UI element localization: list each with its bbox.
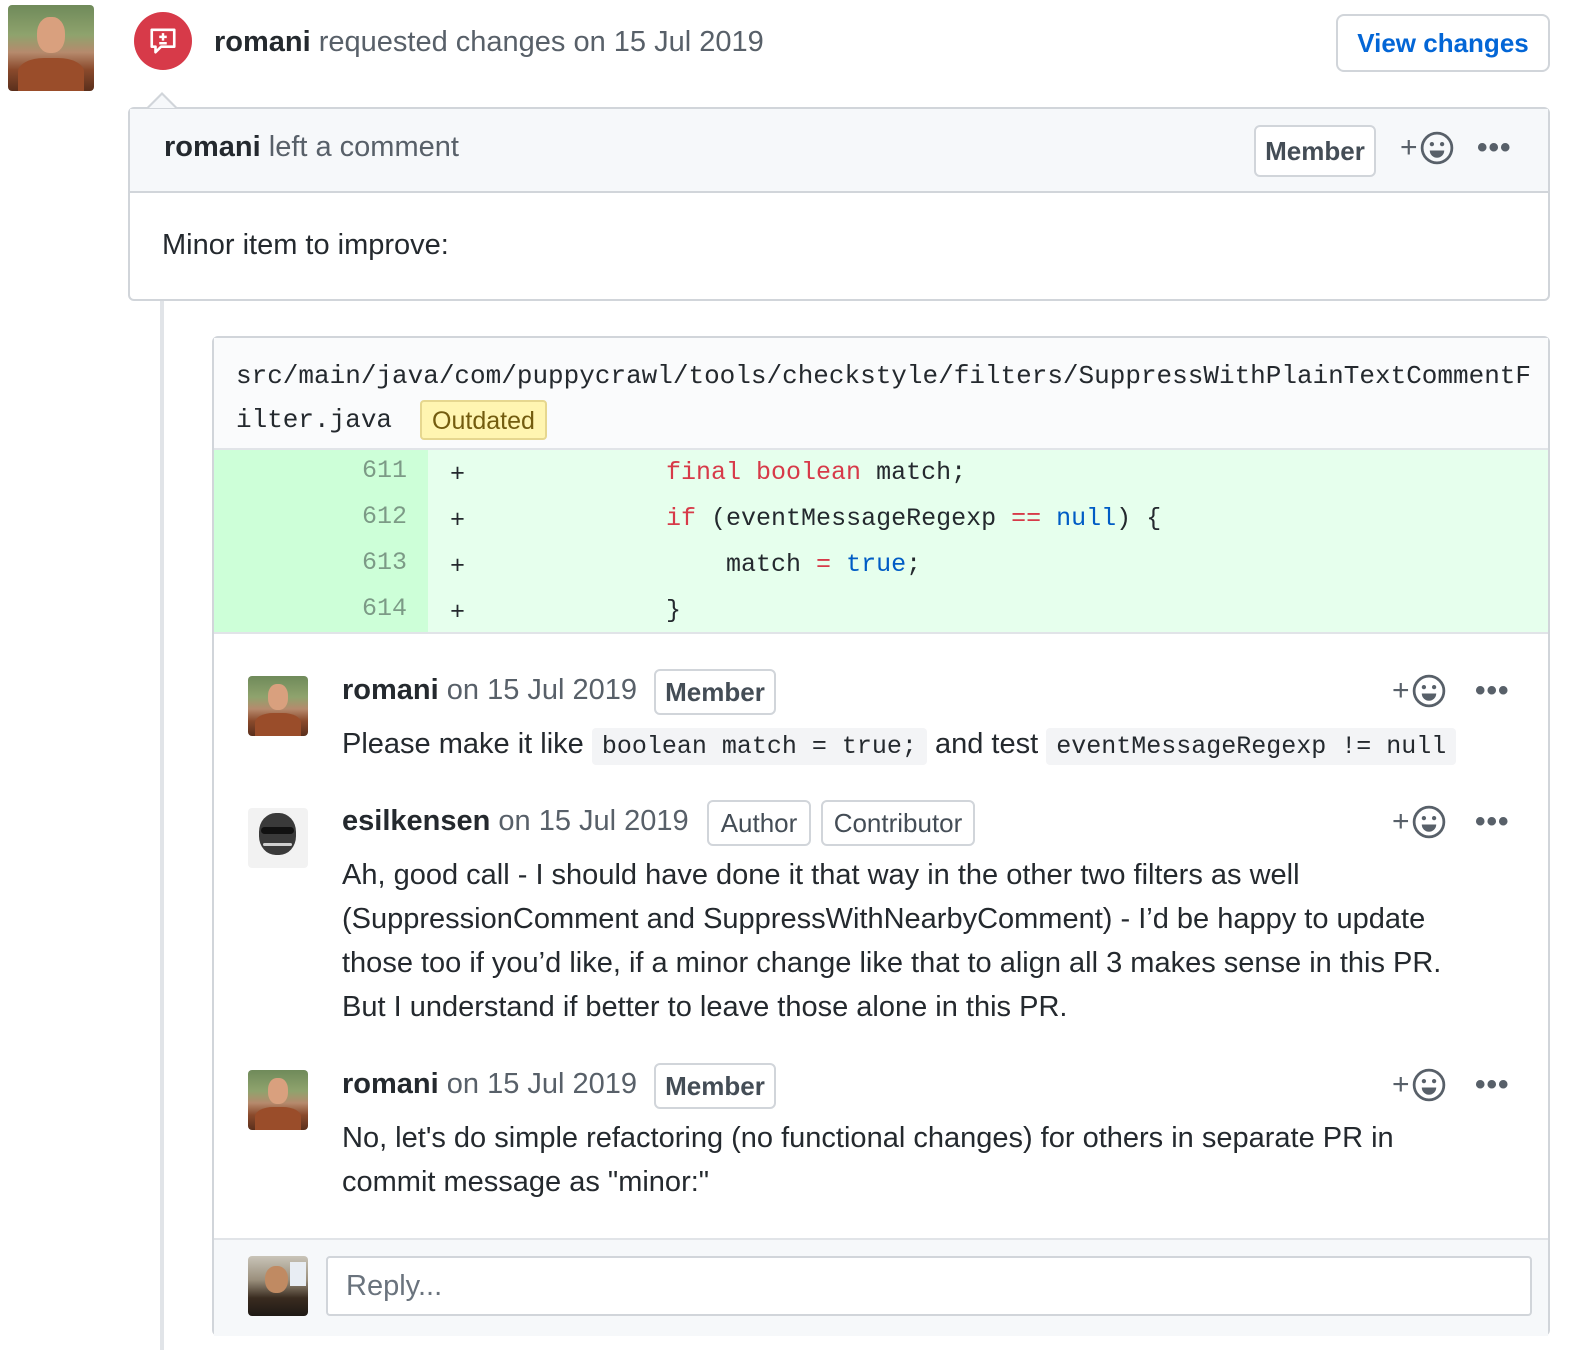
diff-marker: + bbox=[450, 506, 466, 535]
comment-body: Ah, good call - I should have done it th… bbox=[342, 853, 1532, 1029]
diff-line: 614 + } bbox=[214, 588, 1548, 634]
commenter-avatar[interactable] bbox=[248, 1070, 308, 1130]
comment-text: and test bbox=[934, 728, 1039, 760]
line-number[interactable]: 612 bbox=[362, 502, 407, 531]
plus-sign: + bbox=[1392, 674, 1410, 707]
comment-meta: esilkensen on 15 Jul 2019 bbox=[342, 805, 689, 838]
commenter-avatar[interactable] bbox=[248, 808, 308, 868]
request-changes-icon bbox=[134, 12, 192, 70]
diff-marker: + bbox=[450, 552, 466, 581]
comment-body: No, let's do simple refactoring (no func… bbox=[342, 1116, 1532, 1204]
add-reaction-button[interactable]: + bbox=[1400, 131, 1454, 165]
comment-line: commit message as "minor:" bbox=[342, 1166, 710, 1198]
comment-line: But I understand if better to leave thos… bbox=[342, 991, 1068, 1023]
reply-area bbox=[214, 1240, 1548, 1336]
comment-body: Please make it like boolean match = true… bbox=[342, 722, 1457, 769]
commenter-avatar[interactable] bbox=[248, 676, 308, 736]
comment-text: Please make it like bbox=[342, 728, 584, 760]
inline-code: boolean match = true; bbox=[591, 728, 927, 765]
review-action-text: requested changes on 15 Jul 2019 bbox=[318, 26, 764, 58]
diff-hunk: 611 + final boolean match; 612 + if (eve… bbox=[214, 450, 1548, 634]
comment-author-link[interactable]: romani bbox=[164, 131, 261, 163]
diff-line: 613 + match = true; bbox=[214, 542, 1548, 588]
review-comment-title: romani left a comment bbox=[164, 131, 459, 164]
reviewer-avatar[interactable] bbox=[8, 5, 94, 91]
timeline-line bbox=[160, 300, 164, 1350]
smiley-icon bbox=[1412, 805, 1445, 839]
member-badge: Member bbox=[654, 669, 776, 715]
file-path[interactable]: src/main/java/com/puppycrawl/tools/check… bbox=[236, 354, 1536, 442]
comment-line: (SuppressionComment and SuppressWithNear… bbox=[342, 903, 1426, 935]
review-comment-header: romani left a comment Member + ••• bbox=[130, 109, 1548, 193]
review-comment-body: Minor item to improve: bbox=[162, 229, 449, 261]
review-author-link[interactable]: romani bbox=[214, 26, 311, 58]
comment-options-button[interactable]: ••• bbox=[1477, 131, 1512, 165]
reply-input[interactable] bbox=[326, 1256, 1532, 1316]
comment-date[interactable]: on 15 Jul 2019 bbox=[498, 805, 688, 837]
line-number[interactable]: 614 bbox=[362, 594, 407, 623]
member-badge: Member bbox=[1254, 125, 1376, 177]
view-changes-button[interactable]: View changes bbox=[1336, 14, 1550, 72]
comment-author-link[interactable]: esilkensen bbox=[342, 805, 490, 837]
current-user-avatar bbox=[248, 1256, 308, 1316]
inline-code: eventMessageRegexp != null bbox=[1046, 728, 1457, 765]
line-number[interactable]: 613 bbox=[362, 548, 407, 577]
diff-code: } bbox=[666, 596, 682, 625]
diff-line: 611 + final boolean match; bbox=[214, 450, 1548, 496]
comment-options-button[interactable]: ••• bbox=[1475, 1068, 1510, 1102]
comment-date[interactable]: on 15 Jul 2019 bbox=[447, 674, 637, 706]
comment-action-text: left a comment bbox=[268, 131, 459, 163]
comment-meta: romani on 15 Jul 2019 bbox=[342, 1068, 637, 1101]
review-header: romani requested changes on 15 Jul 2019 bbox=[214, 26, 764, 59]
comment-line: those too if you’d like, if a minor chan… bbox=[342, 947, 1442, 979]
comment-options-button[interactable]: ••• bbox=[1475, 805, 1510, 839]
comment-author-link[interactable]: romani bbox=[342, 1068, 439, 1100]
diff-code: if (eventMessageRegexp == null) { bbox=[666, 504, 1162, 533]
contributor-badge: Contributor bbox=[821, 800, 975, 846]
plus-sign: + bbox=[1392, 1068, 1410, 1101]
diff-marker: + bbox=[450, 598, 466, 627]
review-thread: src/main/java/com/puppycrawl/tools/check… bbox=[212, 336, 1550, 1336]
comment-date[interactable]: on 15 Jul 2019 bbox=[447, 1068, 637, 1100]
plus-sign: + bbox=[1392, 805, 1410, 838]
comment-author-link[interactable]: romani bbox=[342, 674, 439, 706]
plus-sign: + bbox=[1400, 131, 1418, 164]
comment-line: Ah, good call - I should have done it th… bbox=[342, 859, 1300, 891]
outdated-badge: Outdated bbox=[420, 400, 547, 441]
smiley-icon bbox=[1420, 131, 1453, 165]
smiley-icon bbox=[1412, 1068, 1445, 1102]
line-number[interactable]: 611 bbox=[362, 456, 407, 485]
comment-line: No, let's do simple refactoring (no func… bbox=[342, 1122, 1394, 1154]
add-reaction-button[interactable]: + bbox=[1392, 805, 1446, 839]
diff-code: final boolean match; bbox=[666, 458, 967, 487]
author-badge: Author bbox=[707, 800, 811, 846]
review-comment-box: romani left a comment Member + ••• Minor… bbox=[128, 107, 1550, 301]
diff-code: match = true; bbox=[726, 550, 922, 579]
member-badge: Member bbox=[654, 1063, 776, 1109]
comment-meta: romani on 15 Jul 2019 bbox=[342, 674, 637, 707]
comment-options-button[interactable]: ••• bbox=[1475, 674, 1510, 708]
add-reaction-button[interactable]: + bbox=[1392, 1068, 1446, 1102]
diff-marker: + bbox=[450, 460, 466, 489]
add-reaction-button[interactable]: + bbox=[1392, 674, 1446, 708]
comment-caret-inner bbox=[149, 95, 175, 108]
smiley-icon bbox=[1412, 674, 1445, 708]
diff-line: 612 + if (eventMessageRegexp == null) { bbox=[214, 496, 1548, 542]
file-header: src/main/java/com/puppycrawl/tools/check… bbox=[214, 338, 1548, 450]
